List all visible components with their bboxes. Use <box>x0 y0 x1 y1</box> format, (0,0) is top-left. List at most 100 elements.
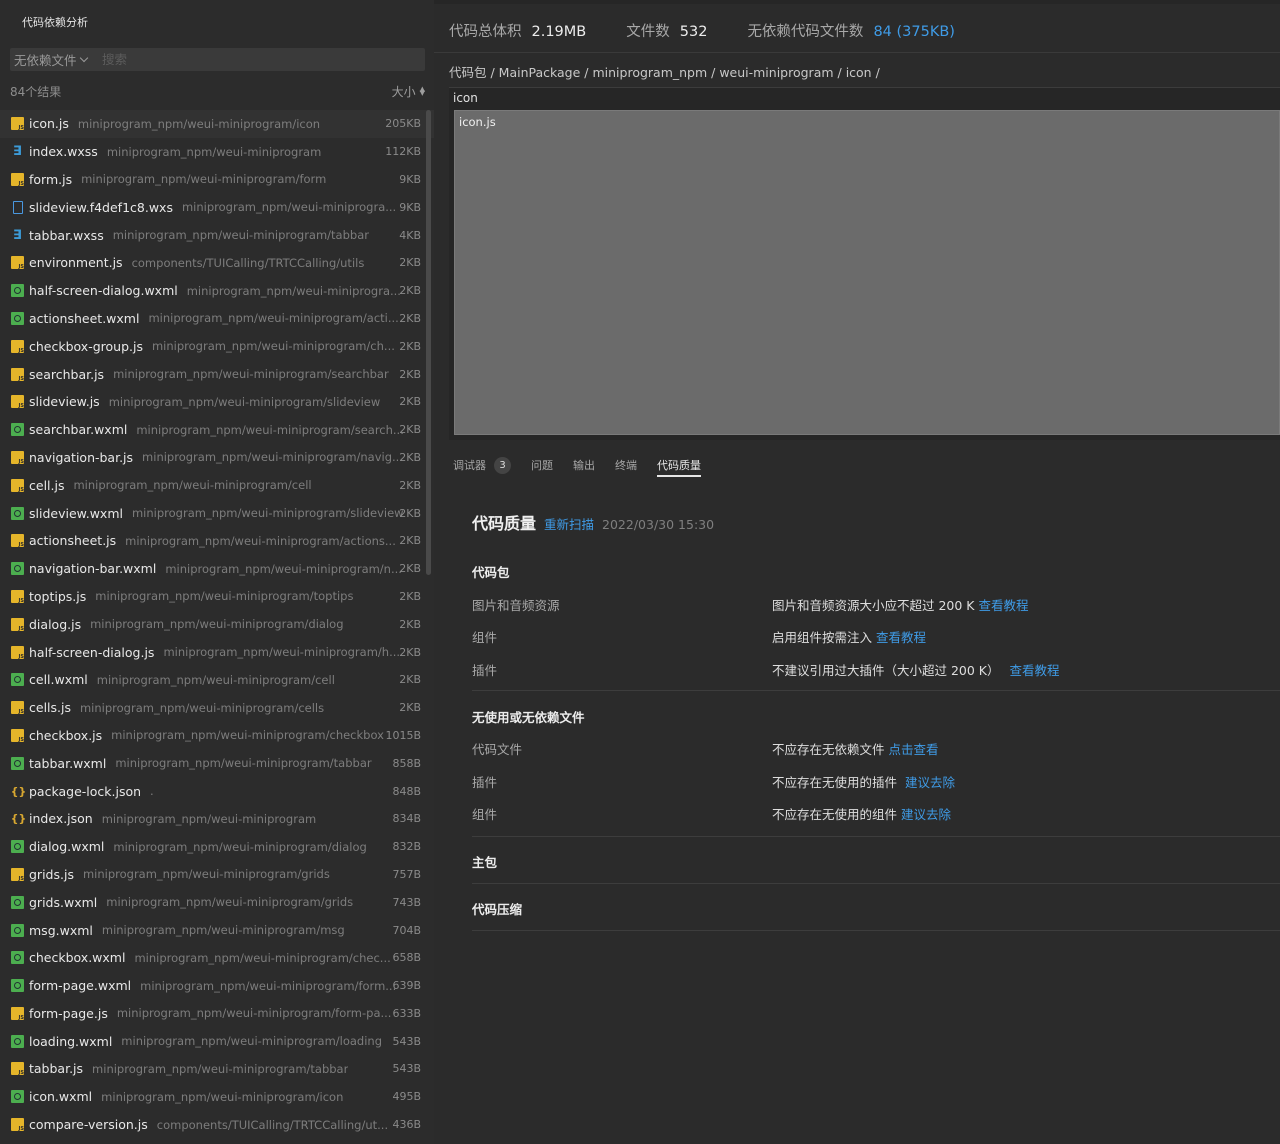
filter-dropdown[interactable]: 无依赖文件 <box>10 50 102 69</box>
js-file-icon <box>11 450 24 465</box>
file-path: miniprogram_npm/weui-miniprogram/chec... <box>134 950 391 965</box>
click-view-link[interactable]: 点击查看 <box>889 742 939 757</box>
stat-file-count: 文件数 532 <box>626 20 707 41</box>
file-row[interactable]: slideview.f4def1c8.wxs miniprogram_npm/we… <box>0 193 434 221</box>
file-row[interactable]: icon.wxml miniprogram_npm/weui-miniprogra… <box>0 1083 434 1111</box>
item-desc-text: 不应存在无使用的组件 <box>772 807 898 822</box>
file-name: checkbox.js <box>29 727 103 743</box>
sort-arrows-icon: ▲ ▼ <box>419 85 425 97</box>
file-path: miniprogram_npm/weui-miniprogram/dialog <box>90 617 344 632</box>
section-code-compress[interactable]: 代码压缩 <box>472 899 1280 918</box>
filter-toolbar: 无依赖文件 <box>10 48 425 71</box>
wxml-file-icon <box>11 923 24 937</box>
section-main-package[interactable]: 主包 <box>472 852 1280 871</box>
file-row[interactable]: compare-version.js components/TUICalling/… <box>0 1111 434 1139</box>
section-title: 无使用或无依赖文件 <box>472 710 585 725</box>
chevron-down-icon <box>79 53 88 63</box>
file-row[interactable]: navigation-bar.wxml miniprogram_npm/weui-… <box>0 555 434 583</box>
item-desc-text: 启用组件按需注入 <box>772 630 873 645</box>
breadcrumb[interactable]: 代码包 / MainPackage / miniprogram_npm / we… <box>449 62 880 81</box>
file-path: miniprogram_npm/weui-miniprogram/form-pa… <box>116 1006 392 1021</box>
file-row[interactable]: {} package-lock.json. 848B <box>0 777 434 805</box>
file-row[interactable]: checkbox.js miniprogram_npm/weui-miniprog… <box>0 722 434 750</box>
search-input[interactable] <box>102 48 425 71</box>
file-path: miniprogram_npm/weui-miniprogram/toptips <box>95 589 354 604</box>
file-name: dialog.wxml <box>29 839 105 855</box>
file-name: slideview.wxml <box>29 505 123 521</box>
file-row[interactable]: navigation-bar.js miniprogram_npm/weui-mi… <box>0 444 434 472</box>
rescan-link[interactable]: 重新扫描 <box>544 514 594 533</box>
file-row[interactable]: grids.js miniprogram_npm/weui-miniprogram… <box>0 861 434 889</box>
file-row[interactable]: actionsheet.js miniprogram_npm/weui-minip… <box>0 527 434 555</box>
file-row[interactable]: ∃ tabbar.wxss miniprogram_npm/weui-minipro… <box>0 221 434 249</box>
treemap-cell[interactable]: icon.js <box>454 110 1280 435</box>
file-name: slideview.f4def1c8.wxs <box>29 199 173 215</box>
file-name: package-lock.json <box>29 783 142 799</box>
file-row[interactable]: environment.js components/TUICalling/TRTC… <box>0 249 434 277</box>
file-row[interactable]: slideview.js miniprogram_npm/weui-minipro… <box>0 388 434 416</box>
file-path: miniprogram_npm/weui-miniprogram <box>101 811 317 826</box>
file-row[interactable]: toptips.js miniprogram_npm/weui-miniprogr… <box>0 583 434 611</box>
js-file-icon <box>11 701 24 715</box>
file-row[interactable]: loading.wxml miniprogram_npm/weui-minipro… <box>0 1027 434 1055</box>
stat-label: 无依赖代码文件数 <box>747 24 864 40</box>
wxml-file-icon <box>11 1034 24 1048</box>
wxml-file-icon <box>11 673 24 687</box>
stat-value-link[interactable]: 84 (375KB) <box>873 24 955 40</box>
file-path: components/TUICalling/TRTCCalling/utils <box>131 255 365 270</box>
suggest-remove-link[interactable]: 建议去除 <box>901 807 951 822</box>
file-row[interactable]: searchbar.wxml miniprogram_npm/weui-minip… <box>0 416 434 444</box>
file-row[interactable]: tabbar.js miniprogram_npm/weui-miniprogra… <box>0 1055 434 1083</box>
file-row[interactable]: icon.js miniprogram_npm/weui-miniprogram/… <box>0 110 434 138</box>
js-file-icon <box>11 589 24 604</box>
file-row[interactable]: form-page.wxml miniprogram_npm/weui-minip… <box>0 972 434 1000</box>
file-row[interactable]: checkbox-group.js miniprogram_npm/weui-mi… <box>0 332 434 360</box>
file-name: cell.js <box>29 477 65 493</box>
tab-output[interactable]: 输出 <box>573 454 595 476</box>
file-row[interactable]: searchbar.js miniprogram_npm/weui-minipro… <box>0 360 434 388</box>
file-row[interactable]: form-page.js miniprogram_npm/weui-minipro… <box>0 1000 434 1028</box>
file-row[interactable]: actionsheet.wxml miniprogram_npm/weui-min… <box>0 305 434 333</box>
tab-code-quality[interactable]: 代码质量 <box>657 454 701 477</box>
file-size: 205KB <box>385 117 421 131</box>
section-title: 代码包 <box>472 565 510 580</box>
file-row[interactable]: dialog.wxml miniprogram_npm/weui-miniprog… <box>0 833 434 861</box>
file-row[interactable]: {} index.json miniprogram_npm/weui-minipro… <box>0 805 434 833</box>
file-path: miniprogram_npm/weui-miniprogram/tabbar <box>115 756 372 771</box>
file-name: icon.js <box>29 116 69 132</box>
file-name: tabbar.wxss <box>29 227 104 243</box>
file-row[interactable]: msg.wxml miniprogram_npm/weui-miniprogram… <box>0 916 434 944</box>
file-row[interactable]: checkbox.wxml miniprogram_npm/weui-minipr… <box>0 944 434 972</box>
file-row[interactable]: grids.wxml miniprogram_npm/weui-miniprogr… <box>0 888 434 916</box>
file-name: form-page.wxml <box>29 978 132 994</box>
js-file-icon <box>11 256 24 270</box>
sort-label: 大小 <box>391 84 416 99</box>
file-row[interactable]: form.js miniprogram_npm/weui-miniprogram/… <box>0 166 434 194</box>
suggest-remove-link[interactable]: 建议去除 <box>905 775 955 790</box>
tab-terminal[interactable]: 终端 <box>615 454 637 476</box>
view-tutorial-link[interactable]: 查看教程 <box>979 598 1029 613</box>
sort-by-size-button[interactable]: 大小 ▲ ▼ <box>392 83 425 100</box>
file-name: grids.wxml <box>29 894 98 910</box>
tab-problems[interactable]: 问题 <box>531 454 553 476</box>
file-row[interactable]: slideview.wxml miniprogram_npm/weui-minip… <box>0 499 434 527</box>
file-size: 2KB <box>399 256 421 270</box>
file-path: miniprogram_npm/weui-miniprogram/acti... <box>148 311 399 326</box>
file-row[interactable]: cell.wxml miniprogram_npm/weui-miniprogra… <box>0 666 434 694</box>
file-row[interactable]: tabbar.wxml miniprogram_npm/weui-miniprog… <box>0 749 434 777</box>
file-row[interactable]: cells.js miniprogram_npm/weui-miniprogram… <box>0 694 434 722</box>
file-row[interactable]: half-screen-dialog.wxml miniprogram_npm/w… <box>0 277 434 305</box>
file-row[interactable]: cell.js miniprogram_npm/weui-miniprogram/… <box>0 471 434 499</box>
file-name: slideview.js <box>29 394 100 410</box>
file-size: 2KB <box>399 534 421 548</box>
tab-debugger[interactable]: 调试器 3 <box>453 454 511 476</box>
view-tutorial-link[interactable]: 查看教程 <box>876 630 926 645</box>
file-row[interactable]: dialog.js miniprogram_npm/weui-miniprogra… <box>0 610 434 638</box>
file-row[interactable]: ∃ index.wxss miniprogram_npm/weui-miniprog… <box>0 138 434 166</box>
file-row[interactable]: half-screen-dialog.js miniprogram_npm/weu… <box>0 638 434 666</box>
section-unused: 无使用或无依赖文件 <box>472 707 1280 726</box>
file-size: 4KB <box>399 228 421 242</box>
view-tutorial-link[interactable]: 查看教程 <box>1010 663 1060 678</box>
file-size: 834B <box>392 812 421 826</box>
list-scrollbar[interactable] <box>426 110 431 575</box>
